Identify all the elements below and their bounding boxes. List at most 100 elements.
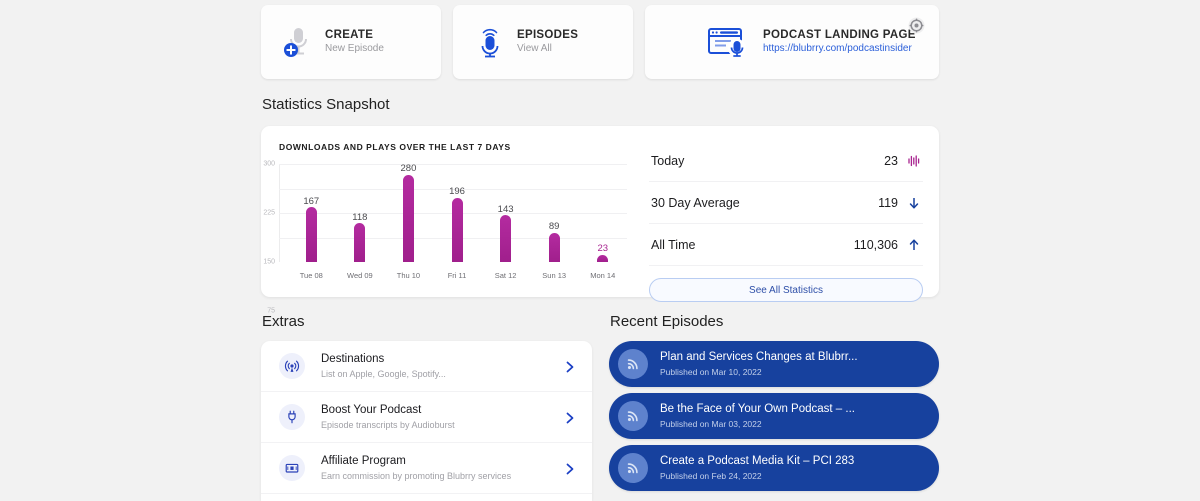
x-axis-tick-label: Thu 10 — [396, 271, 421, 280]
x-axis-tick-label: Sat 12 — [494, 271, 517, 280]
extras-heading: Extras — [262, 313, 305, 330]
broadcast-antenna-icon — [279, 353, 305, 379]
episodes-card-title: EPISODES — [517, 29, 579, 42]
episode-published-date: Published on Mar 10, 2022 — [660, 366, 762, 377]
x-label-cell: Tue 08 — [287, 262, 336, 284]
statistics-summary-pane: Today 23 30 Day Average 119 All Time 110… — [643, 126, 939, 302]
rss-icon — [618, 453, 648, 483]
bar — [451, 197, 463, 262]
dashboard-page: CREATE New Episode EPISODES View All POD… — [0, 0, 1200, 501]
x-axis-tick-label: Fri 11 — [447, 271, 467, 280]
episode-published-date: Published on Mar 03, 2022 — [660, 418, 762, 429]
x-label-cell: Mon 14 — [578, 262, 627, 284]
bar — [548, 232, 560, 262]
create-card-title: CREATE — [325, 29, 374, 42]
bar-column: 143 — [481, 164, 530, 262]
bar-column: 167 — [287, 164, 336, 262]
x-axis-tick-label: Mon 14 — [590, 271, 616, 280]
recent-episodes-heading: Recent Episodes — [610, 313, 724, 330]
chevron-right-icon[interactable] — [564, 462, 576, 475]
episode-title: Create a Podcast Media Kit – PCI 283 — [660, 455, 855, 467]
gear-icon[interactable] — [908, 17, 925, 34]
episode-title: Be the Face of Your Own Podcast – ... — [660, 403, 855, 415]
episode-text: Plan and Services Changes at Blubrr... P… — [660, 350, 858, 378]
stat-row-30-day-average: 30 Day Average 119 — [649, 182, 923, 224]
bar-value-label: 89 — [548, 221, 560, 233]
x-axis-tick-label: Sun 13 — [542, 271, 567, 280]
bar-value-label: 23 — [597, 243, 609, 254]
chevron-right-icon[interactable] — [564, 411, 576, 424]
episode-item[interactable]: Plan and Services Changes at Blubrr... P… — [609, 341, 939, 387]
bar-column: 89 — [530, 164, 579, 262]
extras-item-subtitle: Earn commission by promoting Blubrry ser… — [321, 470, 512, 481]
bar-value-label: 118 — [352, 211, 368, 223]
episode-item[interactable]: Create a Podcast Media Kit – PCI 283 Pub… — [609, 445, 939, 491]
landing-card-text: PODCAST LANDING PAGE https://blubrry.com… — [763, 28, 916, 56]
extras-item-title: Affiliate Program — [321, 454, 406, 467]
chart-title: DOWNLOADS AND PLAYS OVER THE LAST 7 DAYS — [279, 142, 511, 152]
extras-item-text: Affiliate Program Earn commission by pro… — [321, 454, 564, 483]
bar-value-label: 143 — [497, 203, 514, 215]
landing-page-url[interactable]: https://blubrry.com/podcastinsider — [763, 43, 916, 56]
bar — [354, 223, 366, 262]
extras-item-boost-your-podcast[interactable]: Boost Your Podcast Episode transcripts b… — [261, 392, 592, 443]
bar-column: 23 — [578, 164, 627, 262]
episodes-card-subtitle: View All — [517, 43, 552, 55]
episode-text: Be the Face of Your Own Podcast – ... Pu… — [660, 402, 855, 430]
bar-column: 280 — [384, 164, 433, 262]
x-label-cell: Sun 13 — [530, 262, 579, 284]
browser-microphone-icon — [707, 25, 749, 59]
microphone-plus-icon — [283, 25, 313, 59]
bar — [500, 215, 512, 262]
money-bill-icon — [279, 455, 305, 481]
episode-text: Create a Podcast Media Kit – PCI 283 Pub… — [660, 454, 854, 482]
arrow-down-icon — [907, 196, 921, 210]
bar-chart: 300 225 150 75 167 118 280 196 143 89 23 Tue 08 We… — [263, 161, 627, 315]
bar-value-label: 280 — [400, 163, 417, 174]
bar — [305, 207, 317, 262]
x-axis-tick-label: Tue 08 — [299, 271, 323, 280]
episode-item[interactable]: Be the Face of Your Own Podcast – ... Pu… — [609, 393, 939, 439]
statistics-snapshot-card: DOWNLOADS AND PLAYS OVER THE LAST 7 DAYS… — [261, 126, 939, 315]
stat-label: 30 Day Average — [651, 195, 740, 210]
see-all-statistics-button[interactable]: See All Statistics — [649, 278, 923, 302]
x-label-cell: Wed 09 — [336, 262, 385, 284]
stat-label: All Time — [651, 237, 696, 252]
chart-bars: 167 118 280 196 143 89 23 — [287, 164, 627, 262]
chevron-right-icon[interactable] — [564, 360, 576, 373]
extras-item-destinations[interactable]: Destinations List on Apple, Google, Spot… — [261, 341, 592, 392]
chart-x-labels: Tue 08 Wed 09 Thu 10 Fri 11 Sat 12 Sun 13 Mon … — [287, 262, 627, 284]
stat-row-all-time: All Time 110,306 — [649, 224, 923, 266]
power-plug-icon — [279, 404, 305, 430]
rss-icon — [618, 349, 648, 379]
arrow-up-icon — [907, 238, 921, 252]
y-axis-tick-label: 300 — [263, 160, 275, 168]
downloads-chart-pane: DOWNLOADS AND PLAYS OVER THE LAST 7 DAYS… — [261, 126, 643, 315]
episodes-card[interactable]: EPISODES View All — [453, 5, 633, 79]
extras-item-title: Boost Your Podcast — [321, 403, 422, 416]
y-axis-tick-label: 150 — [263, 258, 275, 266]
podcast-landing-page-card[interactable]: PODCAST LANDING PAGE https://blubrry.com… — [645, 5, 939, 79]
x-label-cell: Fri 11 — [433, 262, 482, 284]
y-axis-tick-label: 225 — [263, 209, 275, 217]
microphone-broadcast-icon — [475, 25, 505, 59]
stat-label: Today — [651, 153, 685, 168]
extras-item-text: Boost Your Podcast Episode transcripts b… — [321, 403, 564, 432]
bar-value-label: 167 — [303, 195, 320, 207]
extras-list: Destinations List on Apple, Google, Spot… — [261, 341, 592, 501]
bar-column: 196 — [433, 164, 482, 262]
episodes-card-text: EPISODES View All — [517, 28, 578, 56]
create-episode-card[interactable]: CREATE New Episode — [261, 5, 441, 79]
create-card-subtitle: New Episode — [325, 43, 384, 55]
extras-item-affiliate-program[interactable]: Affiliate Program Earn commission by pro… — [261, 443, 592, 494]
quick-actions-bar: CREATE New Episode EPISODES View All POD… — [261, 5, 939, 79]
stat-value: 110,306 — [853, 237, 898, 252]
create-card-text: CREATE New Episode — [325, 28, 384, 56]
extras-item-subtitle: Episode transcripts by Audioburst — [321, 419, 455, 430]
x-label-cell: Thu 10 — [384, 262, 433, 284]
episode-title: Plan and Services Changes at Blubrr... — [660, 351, 858, 363]
rss-icon — [618, 401, 648, 431]
landing-card-title: PODCAST LANDING PAGE — [763, 29, 916, 42]
bar — [597, 254, 609, 262]
extras-item-subtitle: List on Apple, Google, Spotify... — [321, 368, 446, 379]
